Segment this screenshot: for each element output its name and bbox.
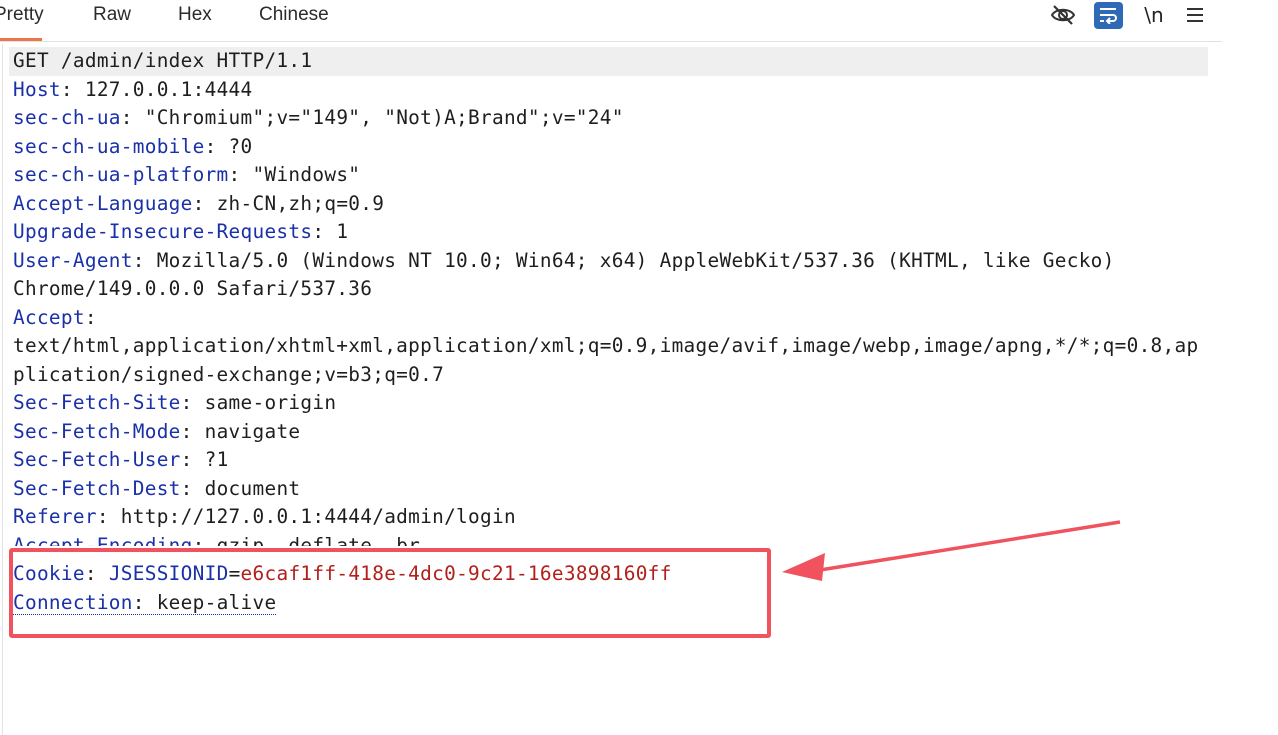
header-value: same-origin [204, 391, 337, 414]
header-value: "Windows" [252, 163, 361, 186]
menu-icon[interactable] [1182, 0, 1208, 30]
header-line: sec-ch-ua-platform: "Windows" [13, 161, 1208, 190]
header-value: Mozilla/5.0 (Windows NT 10.0; Win64; x64… [156, 248, 1115, 272]
header-name: Host [13, 77, 61, 101]
http-message-editor: Pretty Raw Hex Chinese \n GET /admin/ind… [0, 0, 1278, 735]
header-name: Accept-Language [13, 191, 193, 215]
header-value: 1 [336, 220, 349, 243]
eye-off-icon[interactable] [1048, 0, 1078, 30]
header-continuation: plication/signed-exchange;v=b3;q=0.7 [13, 362, 445, 386]
request-editor[interactable]: GET /admin/index HTTP/1.1 Host: 127.0.0.… [2, 44, 1224, 735]
request-line: GET /admin/index HTTP/1.1 [9, 47, 1208, 76]
header-separator: : [192, 191, 217, 215]
header-name: sec-ch-ua-mobile [13, 134, 205, 158]
header-line: Sec-Fetch-Dest: document [13, 475, 1208, 504]
header-value: zh-CN,zh;q=0.9 [216, 191, 385, 215]
cookie-line: Cookie: JSESSIONID=e6caf1ff-418e-4dc0-9c… [13, 560, 1208, 589]
header-line: Sec-Fetch-User: ?1 [13, 446, 1208, 475]
header-separator: : [180, 419, 205, 443]
tab-chinese[interactable]: Chinese [259, 0, 329, 41]
header-name: Upgrade-Insecure-Requests [13, 220, 313, 243]
header-continuation: Chrome/149.0.0.0 Safari/537.36 [13, 277, 373, 300]
header-line: User-Agent: Mozilla/5.0 (Windows NT 10.0… [13, 247, 1208, 276]
header-name: Accept [13, 305, 85, 329]
scroll-gutter[interactable] [1222, 41, 1278, 735]
header-line: Host: 127.0.0.1:4444 [13, 76, 1208, 105]
header-separator: : [132, 248, 157, 272]
header-separator: : [312, 220, 337, 243]
header-line: Sec-Fetch-Site: same-origin [13, 389, 1208, 418]
header-line: Connection: keep-alive [13, 589, 1208, 618]
header-value: http://127.0.0.1:4444/admin/login [120, 505, 516, 528]
header-line: Accept-Language: zh-CN,zh;q=0.9 [13, 190, 1208, 219]
header-name: Referer [13, 505, 97, 528]
header-name: Accept-Encoding [13, 533, 193, 546]
header-value: 127.0.0.1:4444 [84, 77, 253, 101]
view-tab-bar: Pretty Raw Hex Chinese \n [0, 0, 1222, 42]
header-separator: : [192, 533, 217, 546]
request-text: GET /admin/index HTTP/1.1 Host: 127.0.0.… [9, 47, 1208, 618]
header-value: ?0 [228, 134, 253, 158]
header-separator: : [228, 163, 253, 186]
header-line: sec-ch-ua: "Chromium";v="149", "Not)A;Br… [13, 104, 1208, 133]
cookie-name: JSESSIONID [108, 562, 229, 585]
header-separator: : [84, 562, 109, 585]
header-name: Sec-Fetch-User [13, 448, 181, 471]
header-line: sec-ch-ua-mobile: ?0 [13, 133, 1208, 162]
header-line: Upgrade-Insecure-Requests: 1 [13, 218, 1208, 247]
newline-toggle[interactable]: \n [1140, 0, 1168, 30]
tab-hex[interactable]: Hex [178, 0, 212, 41]
header-value: keep-alive [156, 590, 277, 614]
header-separator: : [204, 134, 229, 158]
cookie-value: e6caf1ff-418e-4dc0-9c21-16e3898160ff [240, 562, 672, 585]
header-continuation: text/html,application/xhtml+xml,applicat… [13, 334, 1199, 357]
header-line-clipped: Accept-Encoding: gzip, deflate, br [13, 532, 1208, 546]
header-name: Sec-Fetch-Site [13, 391, 181, 414]
header-separator: : [60, 77, 85, 101]
header-name: Sec-Fetch-Dest [13, 476, 181, 500]
tab-pretty[interactable]: Pretty [0, 0, 44, 41]
cookie-equals: = [228, 562, 241, 585]
header-value: document [204, 476, 301, 500]
header-separator: : [180, 391, 205, 414]
header-separator: : [180, 448, 205, 471]
header-name: Connection [13, 590, 133, 614]
header-name: sec-ch-ua [13, 106, 121, 129]
header-separator: : [84, 305, 97, 329]
header-line: Accept: [13, 304, 1208, 333]
header-name: Sec-Fetch-Mode [13, 419, 181, 443]
header-line: Sec-Fetch-Mode: navigate [13, 418, 1208, 447]
header-value: navigate [204, 419, 301, 443]
header-separator: : [132, 590, 157, 614]
header-separator: : [120, 106, 145, 129]
word-wrap-icon[interactable] [1093, 0, 1123, 30]
header-name: User-Agent [13, 248, 133, 272]
header-separator: : [96, 505, 121, 528]
header-separator: : [180, 476, 205, 500]
header-name: sec-ch-ua-platform [13, 163, 229, 186]
header-value: "Chromium";v="149", "Not)A;Brand";v="24" [144, 106, 624, 129]
header-line: Referer: http://127.0.0.1:4444/admin/log… [13, 503, 1208, 532]
tab-raw[interactable]: Raw [93, 0, 131, 41]
header-value: gzip, deflate, br [216, 533, 421, 546]
header-name: Cookie [13, 562, 85, 585]
header-value: ?1 [204, 448, 229, 471]
